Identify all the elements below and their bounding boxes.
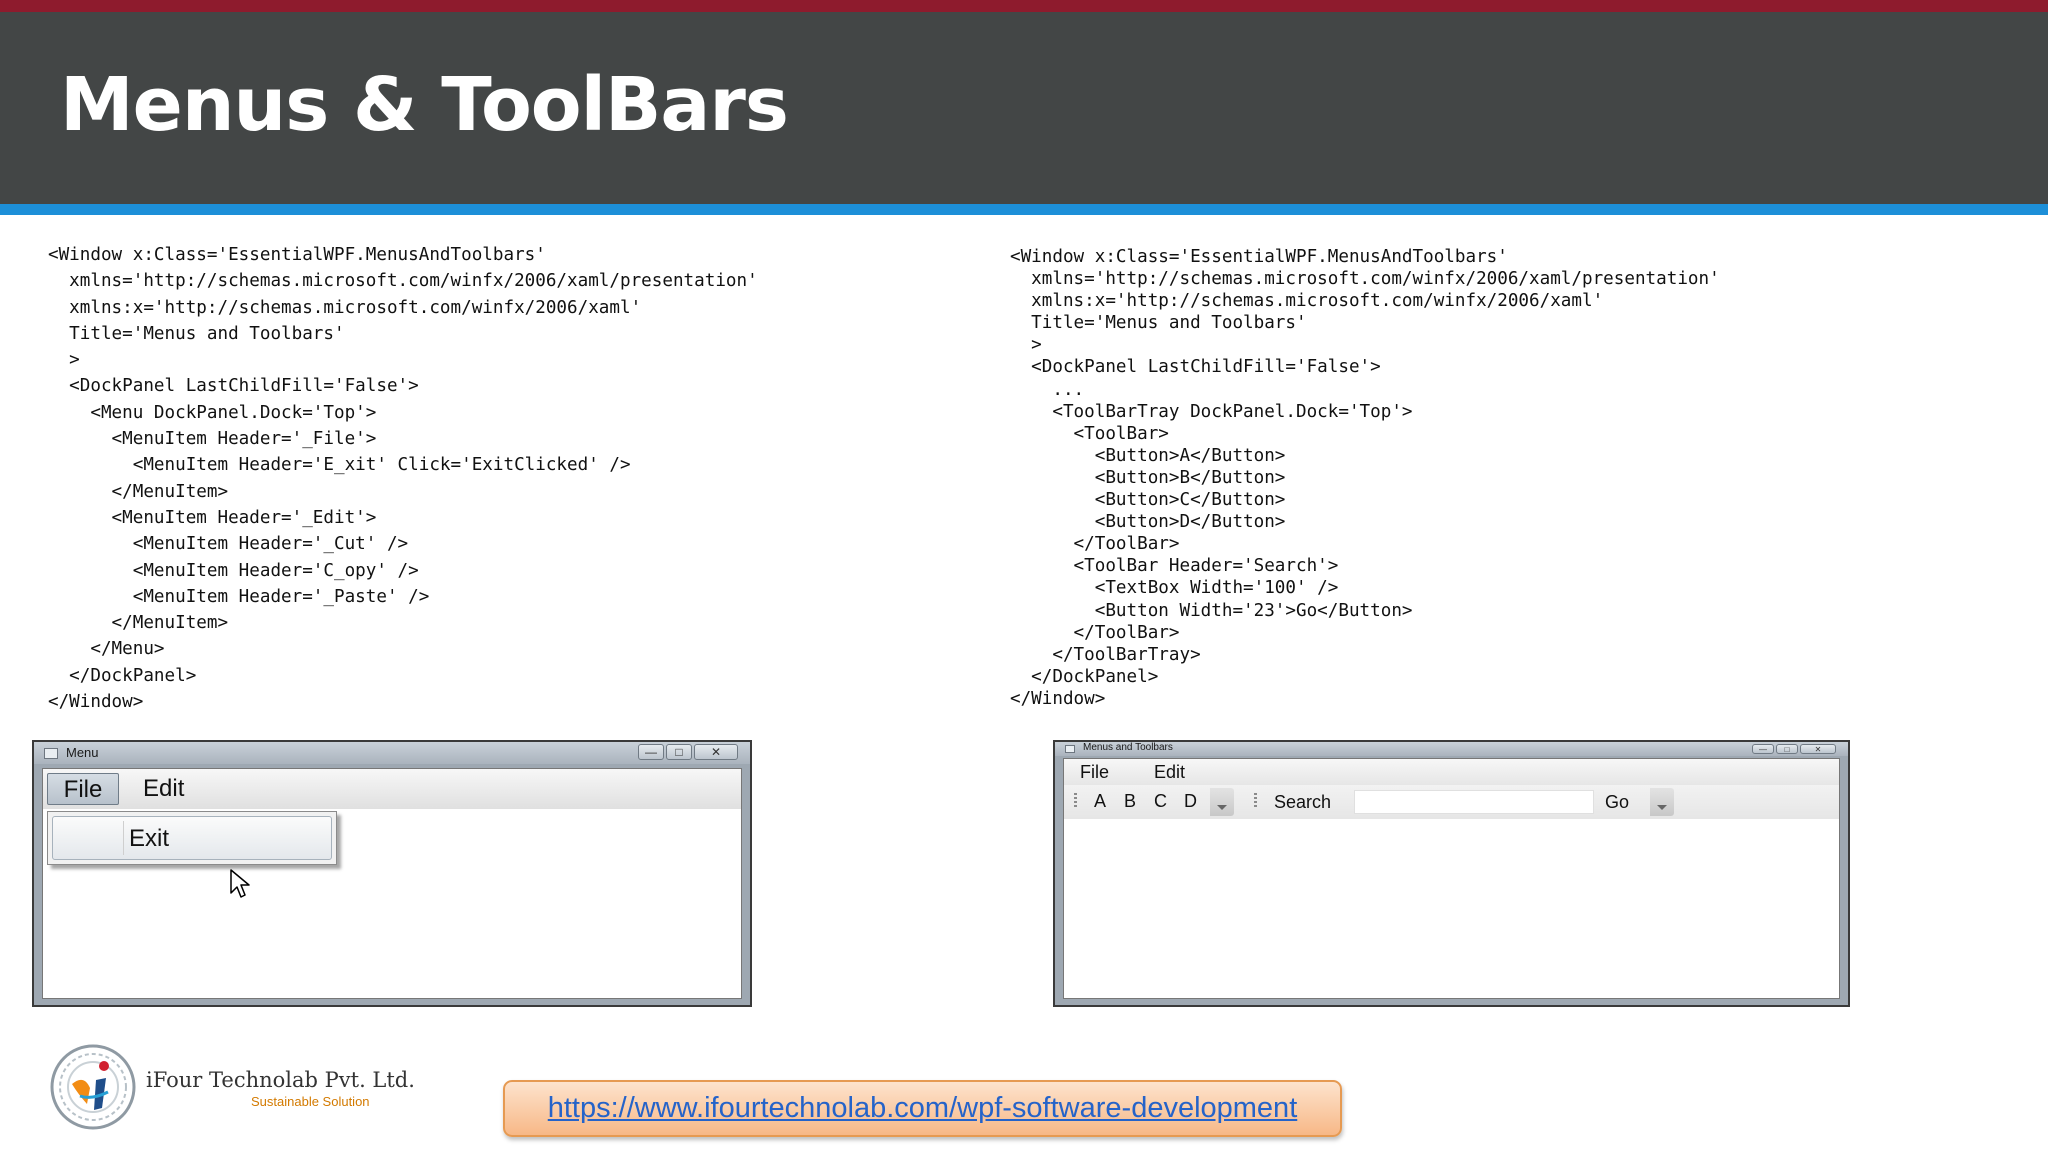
toolbar-button-d[interactable]: D — [1184, 789, 1197, 813]
menu-edit[interactable]: Edit — [1154, 761, 1185, 783]
minimize-button[interactable]: — — [1752, 744, 1774, 754]
maximize-button[interactable]: □ — [1776, 744, 1798, 754]
menu-icon-column-separator — [123, 821, 124, 855]
toolbar-grip-handle[interactable] — [1074, 793, 1077, 809]
company-name: iFour Technolab Pvt. Ltd. — [146, 1068, 415, 1092]
toolbar-tray: A B C D Search Go — [1064, 785, 1839, 819]
window-title: Menus and Toolbars — [1083, 742, 1173, 753]
maximize-button[interactable]: □ — [666, 744, 692, 760]
slide-title: Menus & ToolBars — [60, 62, 789, 148]
window-controls: — □ ✕ — [638, 744, 738, 760]
menu-file[interactable]: File — [1080, 761, 1109, 783]
menu-file[interactable]: File — [47, 773, 119, 805]
close-button[interactable]: ✕ — [694, 744, 738, 760]
website-link-box: https://www.ifourtechnolab.com/wpf-softw… — [503, 1080, 1342, 1137]
window-controls: — □ ✕ — [1752, 744, 1836, 754]
toolbar-grip-handle[interactable] — [1254, 793, 1257, 809]
menu-bar: File Edit — [1064, 759, 1839, 785]
toolbar-demo-window: Menus and Toolbars — □ ✕ File Edit A B C… — [1053, 740, 1850, 1007]
window-titlebar: Menus and Toolbars — □ ✕ — [1055, 742, 1848, 756]
minimize-button[interactable]: — — [638, 744, 664, 760]
window-titlebar: Menu — □ ✕ — [34, 742, 750, 764]
window-client-area: File Edit A B C D Search Go — [1063, 758, 1840, 999]
menu-bar: File Edit — [43, 769, 741, 809]
toolbar-button-c[interactable]: C — [1154, 789, 1167, 813]
top-accent-strip — [0, 0, 2048, 12]
menu-item-exit[interactable]: Exit — [52, 816, 332, 860]
menu-edit[interactable]: Edit — [143, 773, 184, 805]
company-tagline: Sustainable Solution — [251, 1094, 370, 1109]
menu-demo-window: Menu — □ ✕ File Edit Exit — [32, 740, 752, 1007]
toolbar-button-a[interactable]: A — [1094, 789, 1106, 813]
search-textbox[interactable] — [1354, 790, 1594, 814]
ifour-logo-icon — [50, 1044, 136, 1130]
website-link[interactable]: https://www.ifourtechnolab.com/wpf-softw… — [548, 1092, 1298, 1124]
toolbar-overflow-button[interactable] — [1210, 788, 1234, 816]
close-button[interactable]: ✕ — [1800, 744, 1836, 754]
window-icon — [1065, 745, 1075, 753]
toolbar-overflow-button[interactable] — [1650, 788, 1674, 816]
file-dropdown-menu: Exit — [47, 811, 337, 865]
xaml-code-toolbar: <Window x:Class='EssentialWPF.MenusAndTo… — [1010, 247, 1720, 709]
blue-accent-bar — [0, 204, 2048, 215]
window-icon — [44, 748, 58, 759]
menu-item-exit-label: Exit — [129, 825, 170, 852]
window-client-area: File Edit Exit — [42, 768, 742, 999]
toolbar-button-b[interactable]: B — [1124, 789, 1136, 813]
go-button[interactable]: Go — [1605, 790, 1629, 814]
window-title: Menu — [66, 745, 99, 760]
mouse-cursor-icon — [230, 869, 250, 898]
search-toolbar-header: Search — [1274, 792, 1332, 812]
xaml-code-menu: <Window x:Class='EssentialWPF.MenusAndTo… — [48, 245, 758, 713]
